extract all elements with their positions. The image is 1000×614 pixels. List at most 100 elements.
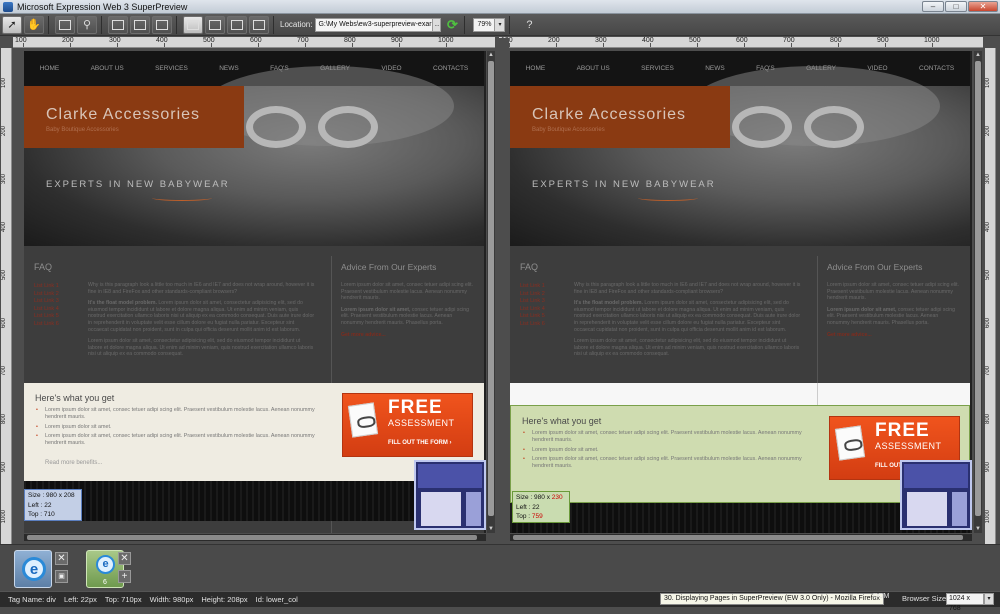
vertical-ruler-right: 100 200 300 400 500 600 700 800 900 1000 bbox=[985, 48, 996, 544]
scroll-down-icon[interactable]: ▼ bbox=[974, 525, 982, 533]
scroll-up-icon[interactable]: ▲ bbox=[974, 51, 982, 59]
internet-explorer-icon: e bbox=[96, 555, 115, 574]
ruler-tick bbox=[838, 43, 839, 47]
comparison-preview-pane[interactable]: HOME ABOUT US SERVICES NEWS FAQ'S GALLER… bbox=[510, 51, 972, 533]
vertical-ruler-left: 100 200 300 400 500 600 700 800 900 1000 bbox=[1, 48, 12, 544]
maximize-button[interactable]: □ bbox=[945, 1, 967, 12]
scroll-up-icon[interactable]: ▲ bbox=[487, 51, 495, 59]
ruler-tick-label: 800 bbox=[1, 414, 7, 425]
browser-size-label: Browser Size: bbox=[902, 594, 949, 603]
refresh-icon[interactable]: ⟳ bbox=[444, 17, 460, 33]
nav-news[interactable]: NEWS bbox=[705, 65, 725, 72]
ruler-tick bbox=[258, 43, 259, 47]
faq-paragraph: Lorem ipsum dolor sit amet, consectetur … bbox=[88, 338, 314, 358]
page-thumbnail[interactable] bbox=[900, 460, 972, 530]
grid-button[interactable] bbox=[130, 15, 150, 34]
ruler-tick-label: 400 bbox=[1, 222, 7, 233]
add-browser-button[interactable]: + bbox=[118, 570, 131, 583]
left-vertical-scrollbar[interactable]: ▲ ▼ bbox=[487, 51, 495, 533]
ruler-tick-label: 800 bbox=[830, 37, 842, 44]
overlay-layout-button[interactable] bbox=[227, 15, 247, 34]
read-more-link[interactable]: Read more benefits... bbox=[45, 460, 102, 466]
single-layout-button[interactable] bbox=[249, 15, 269, 34]
help-icon[interactable]: ? bbox=[520, 16, 538, 34]
nav-about[interactable]: ABOUT US bbox=[91, 65, 124, 72]
nav-contacts[interactable]: CONTACTS bbox=[919, 65, 954, 72]
free-assessment-banner[interactable]: FREE ASSESSMENT FILL OUT THE FORM › bbox=[342, 393, 473, 457]
faq-link[interactable]: List Link 6 bbox=[34, 321, 59, 329]
pointer-icon: ➚ bbox=[7, 19, 17, 31]
scroll-thumb[interactable] bbox=[27, 535, 477, 540]
faq-link[interactable]: List Link 5 bbox=[34, 313, 59, 321]
nav-home[interactable]: HOME bbox=[40, 65, 60, 72]
advice-bold: Lorem ipsum dolor sit amet, bbox=[341, 306, 411, 313]
dom-indicator[interactable]: DOM bbox=[873, 593, 889, 600]
nav-contacts[interactable]: CONTACTS bbox=[433, 65, 468, 72]
hand-icon: ✋ bbox=[27, 19, 41, 31]
zoom-input[interactable]: 79% bbox=[473, 17, 496, 32]
advice-paragraph: Lorem ipsum dolor sit amet, consec tetue… bbox=[341, 282, 474, 302]
faq-link[interactable]: List Link 1 bbox=[520, 283, 545, 291]
faq-link[interactable]: List Link 4 bbox=[520, 306, 545, 314]
page-thumbnail[interactable] bbox=[414, 460, 486, 530]
baseline-browser-ie[interactable]: e bbox=[14, 550, 52, 588]
ruler-icon bbox=[112, 19, 124, 30]
tagline-swoosh bbox=[638, 195, 698, 201]
guides-button[interactable] bbox=[152, 15, 172, 34]
pointer-tool-button[interactable]: ➚ bbox=[2, 15, 22, 34]
faq-link[interactable]: List Link 3 bbox=[520, 298, 545, 306]
horizontal-layout-button[interactable] bbox=[205, 15, 225, 34]
faq-link[interactable]: List Link 4 bbox=[34, 306, 59, 314]
right-vertical-scrollbar[interactable]: ▲ ▼ bbox=[974, 51, 982, 533]
remove-browser-button[interactable]: ✕ bbox=[118, 552, 131, 565]
left-horizontal-scrollbar[interactable] bbox=[24, 534, 486, 541]
ruler-tick bbox=[744, 43, 745, 47]
faq-link[interactable]: List Link 1 bbox=[34, 283, 59, 291]
ruler-tick bbox=[399, 43, 400, 47]
status-tag-name: Tag Name: div bbox=[8, 595, 56, 604]
zoom-dropdown-button[interactable]: ▾ bbox=[495, 17, 506, 32]
faq-heading: FAQ bbox=[34, 262, 53, 272]
pane-divider[interactable] bbox=[495, 38, 509, 544]
chevron-down-icon[interactable]: ▾ bbox=[984, 593, 994, 605]
ruler-tick-label: 600 bbox=[250, 37, 262, 44]
side-by-side-layout-button[interactable] bbox=[183, 15, 203, 34]
faq-link[interactable]: List Link 2 bbox=[34, 291, 59, 299]
status-height: Height: 208px bbox=[201, 595, 248, 604]
faq-link[interactable]: List Link 2 bbox=[520, 291, 545, 299]
baseline-preview-pane[interactable]: HOME ABOUT US SERVICES NEWS FAQ'S GALLER… bbox=[24, 51, 486, 533]
nav-home[interactable]: HOME bbox=[526, 65, 546, 72]
remove-browser-button[interactable]: ✕ bbox=[55, 552, 68, 565]
close-button[interactable]: ✕ bbox=[968, 1, 998, 12]
scroll-thumb[interactable] bbox=[513, 535, 963, 540]
ruler-tick-label: 600 bbox=[985, 318, 991, 329]
ruler-tick-label: 400 bbox=[156, 37, 168, 44]
location-input[interactable]: G:\My Webs\ew3-superpreview-exar bbox=[315, 17, 434, 32]
browser-size-select[interactable]: 1024 x 768 bbox=[946, 593, 984, 612]
faq-link[interactable]: List Link 6 bbox=[520, 321, 545, 329]
right-horizontal-scrollbar[interactable] bbox=[510, 534, 972, 541]
get-more-link[interactable]: Get more advice... bbox=[827, 332, 962, 339]
advice-body: Lorem ipsum dolor sit amet, consec tetue… bbox=[827, 282, 962, 343]
rulers-button[interactable] bbox=[108, 15, 128, 34]
faq-link[interactable]: List Link 3 bbox=[34, 298, 59, 306]
advice-heading: Advice From Our Experts bbox=[341, 262, 437, 272]
scroll-down-icon[interactable]: ▼ bbox=[487, 525, 495, 533]
nav-news[interactable]: NEWS bbox=[219, 65, 239, 72]
scroll-thumb[interactable] bbox=[975, 61, 981, 516]
get-more-link[interactable]: Get more advice... bbox=[341, 332, 476, 339]
thumbnail-header bbox=[418, 464, 482, 488]
scroll-thumb[interactable] bbox=[488, 61, 494, 516]
page-mode-button[interactable] bbox=[55, 15, 75, 34]
nav-services[interactable]: SERVICES bbox=[641, 65, 674, 72]
pan-tool-button[interactable]: ✋ bbox=[24, 15, 44, 34]
faq-link[interactable]: List Link 5 bbox=[520, 313, 545, 321]
baseline-button[interactable]: ⚲ bbox=[77, 15, 97, 34]
minimize-button[interactable]: – bbox=[922, 1, 944, 12]
ruler-tick-label: 400 bbox=[985, 222, 991, 233]
location-browse-button[interactable]: ... bbox=[433, 17, 442, 32]
nav-about[interactable]: ABOUT US bbox=[577, 65, 610, 72]
nav-services[interactable]: SERVICES bbox=[155, 65, 188, 72]
promo-fill-form: FILL OUT THE FORM › bbox=[388, 440, 452, 446]
screen-icon[interactable]: ▣ bbox=[55, 570, 68, 583]
